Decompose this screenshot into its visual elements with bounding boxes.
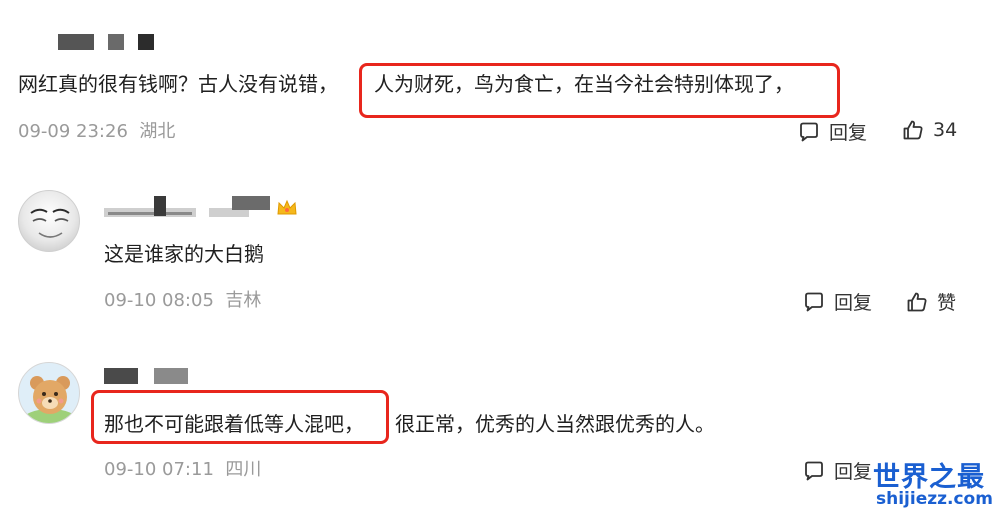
comment-text-highlight: 那也不可能跟着低等人混吧， (104, 412, 364, 436)
comment-text: 这是谁家的大白鹅 (104, 242, 264, 266)
comment-date: 09-09 23:26 (18, 121, 128, 142)
username-redacted[interactable] (104, 196, 304, 220)
comment-meta: 09-09 23:26 湖北 (18, 120, 175, 144)
reply-button[interactable]: 回复 (802, 288, 872, 315)
comment-meta: 09-10 07:11 四川 (104, 458, 261, 482)
comment-text: 网红真的很有钱啊？古人没有说错， (18, 70, 338, 98)
comment-text-plain: 网红真的很有钱啊？古人没有说错， (18, 72, 338, 96)
comment-bubble-icon (802, 459, 826, 483)
like-button[interactable]: 34 (901, 118, 957, 142)
comment-3: 那也不可能跟着低等人混吧， 很正常，优秀的人当然跟优秀的人。 09-10 07:… (0, 350, 1000, 514)
comment-text-highlight: 人为财死，鸟为食亡，在当今社会特别体现了， (374, 72, 794, 96)
comment-1: 网红真的很有钱啊？古人没有说错， 人为财死，鸟为食亡，在当今社会特别体现了， 0… (0, 0, 1000, 160)
reply-button[interactable]: 回复 (802, 457, 872, 484)
username-redacted[interactable] (58, 34, 168, 52)
watermark-url: shijiezz.com (876, 489, 993, 509)
like-label: 赞 (937, 292, 957, 314)
comment-location: 四川 (225, 459, 262, 480)
username-redacted[interactable] (104, 368, 194, 386)
comment-bubble-icon (802, 290, 826, 314)
comment-text: 很正常，优秀的人当然跟优秀的人。 (395, 412, 715, 436)
like-button[interactable]: 赞 (905, 288, 956, 315)
comment-2: 这是谁家的大白鹅 09-10 08:05 吉林 回复 赞 (0, 180, 1000, 340)
crown-badge-icon (276, 198, 298, 218)
thumbs-up-icon (901, 118, 925, 142)
comment-bubble-icon (797, 120, 821, 144)
reply-label: 回复 (834, 461, 873, 483)
reply-label: 回复 (829, 122, 868, 144)
avatar[interactable] (18, 362, 80, 424)
reply-label: 回复 (834, 292, 873, 314)
thumbs-up-icon (905, 290, 929, 314)
avatar[interactable] (18, 190, 80, 252)
like-count: 34 (933, 119, 958, 141)
comment-meta: 09-10 08:05 吉林 (104, 289, 261, 313)
comment-location: 湖北 (139, 121, 176, 142)
reply-button[interactable]: 回复 (797, 118, 867, 145)
comment-date: 09-10 08:05 (104, 290, 214, 311)
comment-location: 吉林 (225, 290, 262, 311)
comment-date: 09-10 07:11 (104, 459, 214, 480)
